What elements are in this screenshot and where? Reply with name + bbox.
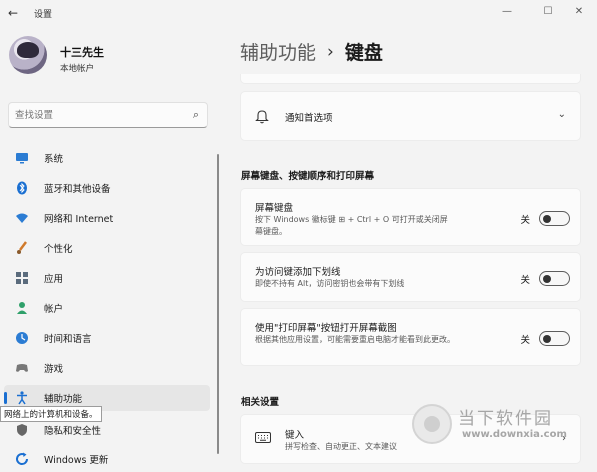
- page-title: 键盘: [344, 42, 383, 64]
- tooltip: 网络上的计算机和设备。: [0, 406, 102, 422]
- monitor-icon: [14, 150, 30, 166]
- sidebar-item-system[interactable]: 系统: [4, 145, 210, 171]
- sidebar-item-label: 游戏: [44, 364, 64, 375]
- update-icon: [14, 451, 30, 467]
- sidebar-item-label: Windows 更新: [44, 455, 109, 466]
- selection-indicator: [4, 392, 7, 404]
- sidebar-item-label: 网络和 Internet: [44, 214, 114, 225]
- sidebar-item-bluetooth[interactable]: 蓝牙和其他设备: [4, 175, 210, 201]
- breadcrumb-parent[interactable]: 辅助功能: [240, 38, 316, 65]
- scrolled-card-edge: [240, 74, 581, 84]
- sidebar-item-accounts[interactable]: 帐户: [4, 295, 210, 321]
- shield-icon: [14, 422, 30, 438]
- underline-access-keys-toggle[interactable]: [539, 271, 570, 286]
- search-input[interactable]: [15, 107, 185, 123]
- setting-title: 屏幕键盘: [255, 203, 294, 214]
- toggle-state-label: 关: [520, 275, 530, 286]
- setting-card-underline-access-keys: 为访问键添加下划线 即使不持有 Alt，访问密钥也会带有下划线 关: [240, 252, 581, 302]
- notification-preferences-label: 通知首选项: [285, 113, 333, 124]
- watermark-logo: [412, 404, 452, 444]
- gamepad-icon: [14, 360, 30, 376]
- notification-preferences-card[interactable]: 通知首选项 ⌄: [240, 91, 581, 141]
- brush-icon: [14, 240, 30, 256]
- sidebar-item-personalization[interactable]: 个性化: [4, 235, 210, 261]
- avatar[interactable]: [9, 36, 47, 74]
- sidebar-item-network[interactable]: 网络和 Internet: [4, 205, 210, 231]
- setting-title: 使用"打印屏幕"按钮打开屏幕截图: [255, 323, 397, 334]
- breadcrumb-separator: ›: [327, 41, 334, 62]
- watermark-text: 当下软件园: [458, 409, 553, 429]
- watermark-url: www.downxia.com: [462, 429, 567, 440]
- setting-title: 为访问键添加下划线: [255, 267, 341, 278]
- account-type: 本地帐户: [60, 64, 95, 74]
- sidebar-item-windows-update[interactable]: Windows 更新: [4, 446, 210, 472]
- setting-card-print-screen: 使用"打印屏幕"按钮打开屏幕截图 根据其他应用设置，可能需要重启电脑才能看到此更…: [240, 308, 581, 366]
- keyboard-icon: [255, 432, 271, 446]
- close-button[interactable]: ✕: [561, 0, 597, 22]
- search-box[interactable]: ⌕: [8, 102, 208, 128]
- sidebar-item-gaming[interactable]: 游戏: [4, 355, 210, 381]
- person-icon: [14, 300, 30, 316]
- setting-title: 键入: [285, 430, 305, 441]
- breadcrumb: 辅助功能 › 键盘: [240, 38, 383, 65]
- globe-clock-icon: [14, 330, 30, 346]
- print-screen-toggle[interactable]: [539, 331, 570, 346]
- onscreen-keyboard-toggle[interactable]: [539, 211, 570, 226]
- setting-description: 按下 Windows 徽标键 ⊞ + Ctrl + O 可打开或关闭屏幕键盘。: [255, 215, 448, 236]
- toggle-knob: [543, 214, 551, 223]
- setting-description: 即使不持有 Alt，访问密钥也会带有下划线: [255, 279, 405, 288]
- toggle-knob: [543, 274, 551, 283]
- section-title: 相关设置: [241, 397, 280, 408]
- window-title: 设置: [34, 10, 53, 20]
- sidebar-item-apps[interactable]: 应用: [4, 265, 210, 291]
- sidebar-item-time-language[interactable]: 时间和语言: [4, 325, 210, 351]
- setting-description: 根据其他应用设置，可能需要重启电脑才能看到此更改。: [255, 335, 455, 344]
- toggle-state-label: 关: [520, 215, 530, 226]
- sidebar-scrollbar[interactable]: [217, 154, 219, 454]
- minimize-button[interactable]: —: [489, 0, 525, 22]
- setting-description: 拼写检查、自动更正、文本建议: [285, 442, 397, 451]
- sidebar-item-label: 系统: [44, 154, 64, 165]
- sidebar-item-label: 隐私和安全性: [44, 426, 102, 437]
- setting-card-onscreen-keyboard: 屏幕键盘 按下 Windows 徽标键 ⊞ + Ctrl + O 可打开或关闭屏…: [240, 188, 581, 246]
- section-title: 屏幕键盘、按键顺序和打印屏幕: [241, 171, 375, 182]
- back-arrow-icon[interactable]: ←: [8, 6, 22, 20]
- sidebar-item-label: 时间和语言: [44, 334, 92, 345]
- toggle-state-label: 关: [520, 335, 530, 346]
- sidebar-item-label: 个性化: [44, 244, 73, 255]
- sidebar-item-label: 蓝牙和其他设备: [44, 184, 111, 195]
- search-icon[interactable]: ⌕: [193, 108, 199, 122]
- apps-icon: [14, 270, 30, 286]
- sidebar-item-label: 应用: [44, 274, 64, 285]
- sidebar-item-label: 辅助功能: [44, 394, 83, 405]
- bell-icon: [255, 109, 269, 127]
- toggle-knob: [543, 334, 551, 343]
- sidebar-item-label: 帐户: [44, 304, 64, 315]
- chevron-down-icon[interactable]: ⌄: [558, 109, 566, 120]
- accessibility-icon: [14, 390, 30, 406]
- bluetooth-icon: [14, 180, 30, 196]
- wifi-icon: [14, 210, 30, 226]
- user-name: 十三先生: [60, 46, 104, 59]
